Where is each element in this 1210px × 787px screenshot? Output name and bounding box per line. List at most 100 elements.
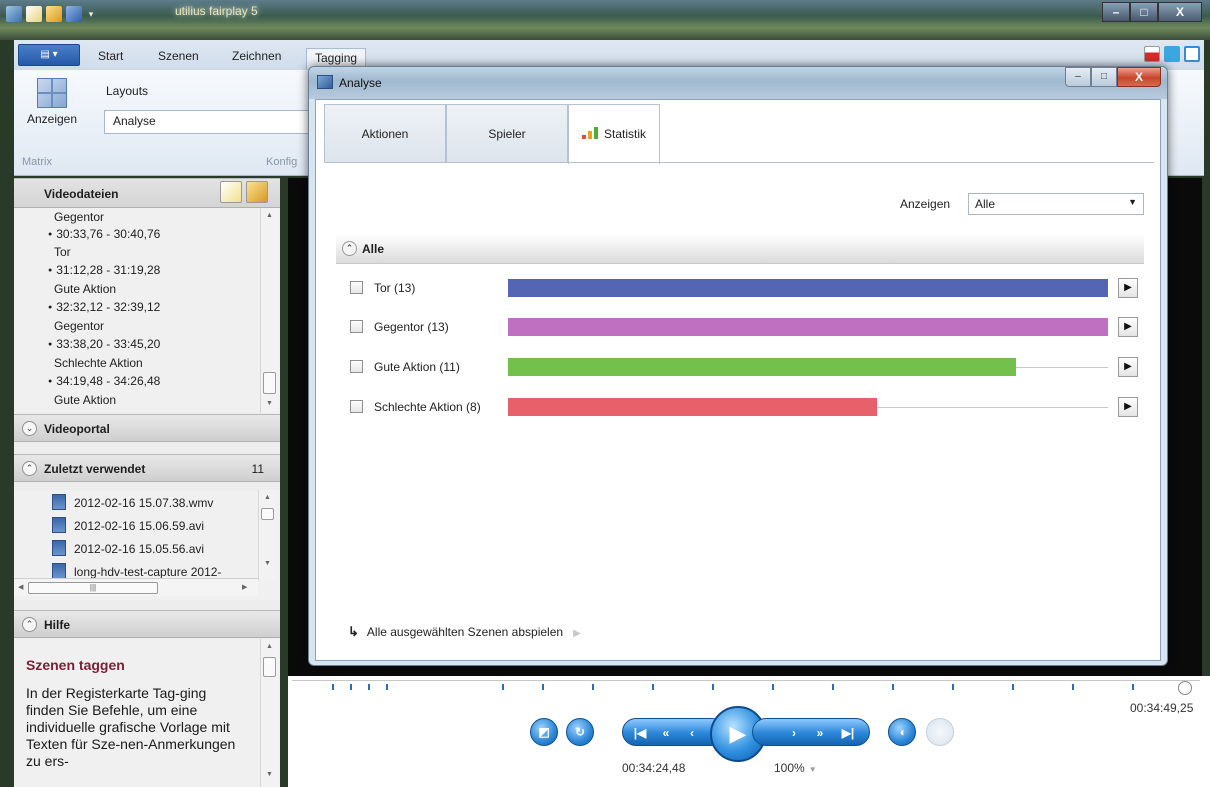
anzeigen-filter-combobox[interactable]: Alle ▼ xyxy=(968,193,1144,215)
stat-checkbox[interactable] xyxy=(350,360,363,373)
new-file-icon[interactable] xyxy=(26,6,42,22)
list-item[interactable]: 34:19,48 - 34:26,48 xyxy=(48,374,160,388)
chevron-down-icon: ▼ xyxy=(1128,197,1137,207)
minimize-button[interactable]: – xyxy=(1102,2,1130,22)
play-scenes-button[interactable]: ▶ xyxy=(1118,317,1138,337)
videoportal-header[interactable]: ⌄ Videoportal xyxy=(14,414,280,442)
tab-zeichnen[interactable]: Zeichnen xyxy=(232,49,281,63)
scrollbar-thumb[interactable]: ||| xyxy=(28,582,158,594)
tab-statistik[interactable]: Statistik xyxy=(568,104,660,164)
scrollbar-thumb[interactable] xyxy=(261,508,274,520)
dialog-minimize-button[interactable]: – xyxy=(1065,67,1091,87)
scroll-up-icon[interactable]: ▲ xyxy=(261,212,278,219)
video-file-icon xyxy=(52,494,66,510)
hilfe-header[interactable]: ⌃ Hilfe xyxy=(14,610,280,638)
save-icon[interactable] xyxy=(66,6,82,22)
close-button[interactable]: X xyxy=(1158,2,1202,22)
list-item[interactable]: Gegentor xyxy=(54,319,104,333)
list-item[interactable]: 2012-02-16 15.07.38.wmv xyxy=(52,494,213,510)
tab-spieler[interactable]: Spieler xyxy=(446,104,568,162)
anzeigen-button[interactable]: Anzeigen xyxy=(24,78,80,126)
tab-szenen[interactable]: Szenen xyxy=(158,49,199,63)
list-item[interactable]: Schlechte Aktion xyxy=(54,356,143,370)
skip-start-icon[interactable]: |◀ xyxy=(629,723,651,743)
play-scenes-button[interactable]: ▶ xyxy=(1118,357,1138,377)
recent-list-hscrollbar[interactable]: ◀ ||| ▶ xyxy=(14,578,258,596)
window-controls: – □ X xyxy=(1102,2,1202,22)
list-item[interactable]: 2012-02-16 15.06.59.avi xyxy=(52,517,204,533)
skip-end-icon[interactable]: ▶| xyxy=(837,723,859,743)
collapse-icon[interactable]: ⌃ xyxy=(22,461,37,476)
list-item[interactable]: 31:12,28 - 31:19,28 xyxy=(48,263,160,277)
timeline-knob[interactable] xyxy=(1178,681,1192,695)
youtube-icon[interactable] xyxy=(1144,46,1160,62)
dialog-titlebar[interactable]: Analyse – □ X xyxy=(309,67,1167,99)
step-back-icon[interactable]: ‹ xyxy=(681,723,703,743)
scene-marker xyxy=(892,684,894,690)
play-scenes-button[interactable]: ▶ xyxy=(1118,397,1138,417)
qat-dropdown-icon[interactable]: ▾ xyxy=(86,9,96,20)
fast-rewind-icon[interactable]: « xyxy=(655,723,677,743)
video-list-scrollbar[interactable]: ▲ ▼ xyxy=(260,208,278,413)
dialog-title: Analyse xyxy=(339,76,382,90)
loop-button[interactable]: ↻ xyxy=(566,718,594,746)
play-all-selected-link[interactable]: ↳ Alle ausgewählten Szenen abspielen ▶ xyxy=(348,624,581,640)
help-scrollbar[interactable]: ▲ ▼ xyxy=(260,639,278,787)
app-icon[interactable] xyxy=(6,6,22,22)
expand-icon[interactable]: ⌄ xyxy=(22,421,37,436)
scrollbar-thumb[interactable] xyxy=(263,657,276,677)
stat-bar xyxy=(508,358,1016,376)
scroll-right-icon[interactable]: ▶ xyxy=(242,583,247,591)
dialog-close-button[interactable]: X xyxy=(1117,67,1161,87)
scroll-left-icon[interactable]: ◀ xyxy=(18,583,23,591)
list-item[interactable]: 32:32,12 - 32:39,12 xyxy=(48,300,160,314)
stop-button[interactable]: ◩ xyxy=(530,718,558,746)
new-video-icon[interactable] xyxy=(220,181,242,203)
tab-start[interactable]: Start xyxy=(98,49,123,63)
zuletzt-header[interactable]: ⌃ Zuletzt verwendet 11 xyxy=(14,454,280,482)
scroll-up-icon[interactable]: ▲ xyxy=(261,643,278,650)
recent-list-scrollbar[interactable]: ▲ ▼ xyxy=(258,490,276,580)
list-item[interactable]: 33:38,20 - 33:45,20 xyxy=(48,337,160,351)
tab-aktionen[interactable]: Aktionen xyxy=(324,104,446,162)
list-item[interactable]: Gute Aktion xyxy=(54,393,116,407)
dialog-maximize-button[interactable]: □ xyxy=(1091,67,1117,87)
list-item[interactable]: 2012-02-16 15.05.56.avi xyxy=(52,540,204,556)
list-item[interactable]: Tor xyxy=(54,245,71,259)
timeline-slider[interactable] xyxy=(292,680,1200,695)
open-video-folder-icon[interactable] xyxy=(246,181,268,203)
left-panel: Videodateien Gegentor 30:33,76 - 30:40,7… xyxy=(14,178,280,787)
list-item[interactable]: Gegentor xyxy=(54,210,104,224)
current-time: 00:34:24,48 xyxy=(622,761,686,775)
stat-checkbox[interactable] xyxy=(350,320,363,333)
group-header-alle[interactable]: ⌃ Alle xyxy=(336,234,1144,264)
share-icon[interactable] xyxy=(1184,46,1200,62)
scene-marker xyxy=(368,684,370,690)
videodateien-header[interactable]: Videodateien xyxy=(14,178,280,208)
volume-slider-knob[interactable] xyxy=(926,718,954,746)
collapse-icon[interactable]: ⌃ xyxy=(342,241,357,256)
list-item[interactable]: Gute Aktion xyxy=(54,282,116,296)
scroll-up-icon[interactable]: ▲ xyxy=(259,494,276,501)
open-folder-icon[interactable] xyxy=(46,6,62,22)
chevron-down-icon: ▼ xyxy=(808,765,817,774)
scroll-down-icon[interactable]: ▼ xyxy=(261,400,278,407)
twitter-icon[interactable] xyxy=(1164,46,1180,62)
play-scenes-button[interactable]: ▶ xyxy=(1118,278,1138,298)
collapse-icon[interactable]: ⌃ xyxy=(22,617,37,632)
file-menu-button[interactable]: ▤ ▾ xyxy=(18,44,80,66)
stat-checkbox[interactable] xyxy=(350,281,363,294)
scrollbar-thumb[interactable] xyxy=(263,372,276,394)
list-item[interactable]: long-hdv-test-capture 2012- xyxy=(52,563,221,579)
list-item[interactable]: 30:33,76 - 30:40,76 xyxy=(48,227,160,241)
maximize-button[interactable]: □ xyxy=(1130,2,1158,22)
scroll-down-icon[interactable]: ▼ xyxy=(259,560,276,567)
step-forward-icon[interactable]: › xyxy=(783,723,805,743)
zoom-selector[interactable]: 100% ▼ xyxy=(774,761,817,775)
volume-button[interactable]: ◖ xyxy=(888,718,916,746)
fast-forward-icon[interactable]: » xyxy=(809,723,831,743)
layouts-combobox[interactable]: Analyse xyxy=(104,110,314,134)
stat-checkbox[interactable] xyxy=(350,400,363,413)
scroll-down-icon[interactable]: ▼ xyxy=(261,771,278,778)
dialog-app-icon xyxy=(317,75,333,89)
